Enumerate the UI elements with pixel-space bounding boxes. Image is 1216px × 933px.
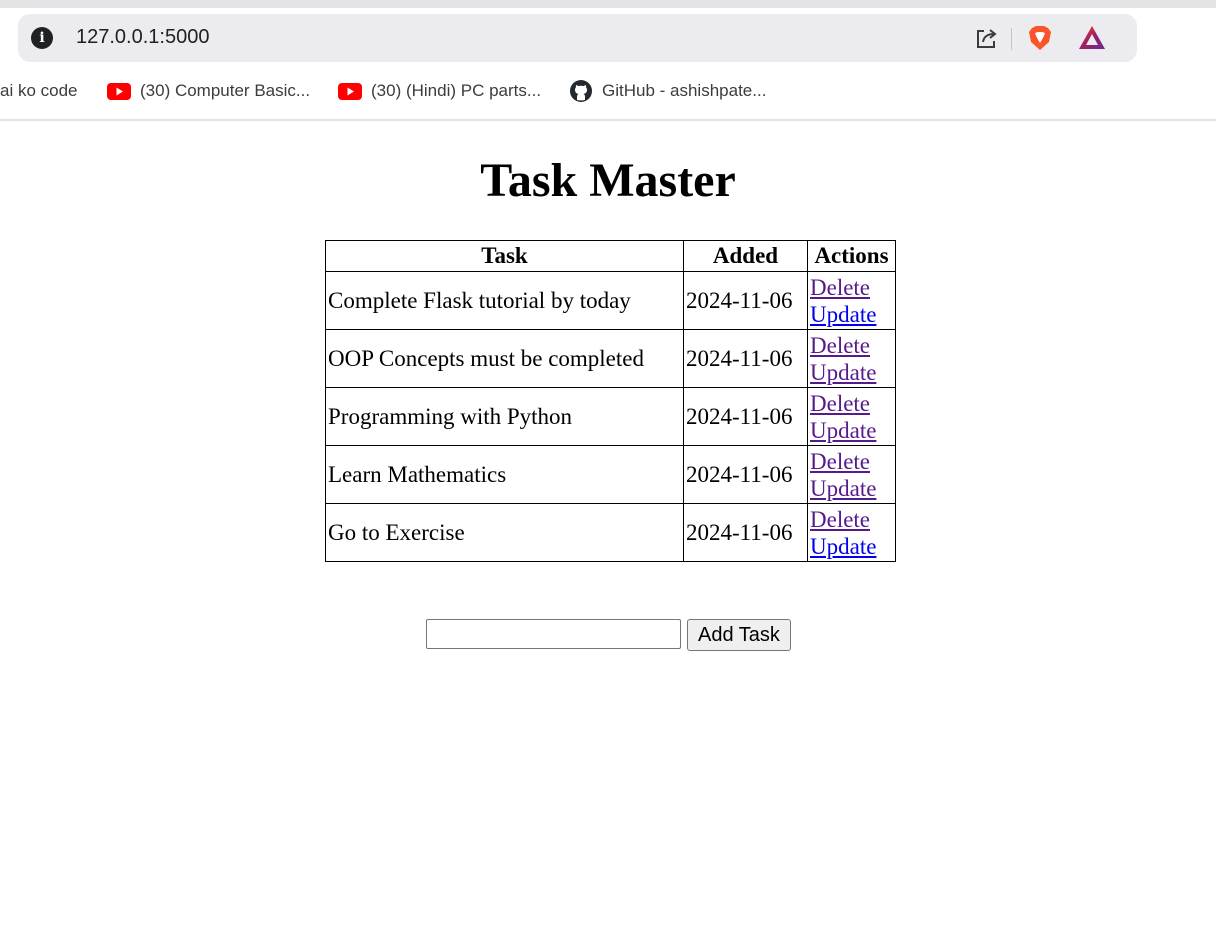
chrome-divider: [0, 119, 1216, 121]
bookmark-label: (30) (Hindi) PC parts...: [371, 81, 542, 100]
table-row: OOP Concepts must be completed 2024-11-0…: [325, 329, 896, 388]
actions-cell: Delete Update: [807, 387, 896, 446]
delete-link[interactable]: Delete: [810, 274, 893, 301]
update-link[interactable]: Update: [810, 301, 893, 328]
actions-cell: Delete Update: [807, 271, 896, 330]
delete-link[interactable]: Delete: [810, 506, 893, 533]
header-actions: Actions: [807, 240, 896, 272]
update-link[interactable]: Update: [810, 475, 893, 502]
page-title: Task Master: [480, 154, 736, 207]
update-link[interactable]: Update: [810, 359, 893, 386]
add-task-form: Add Task: [426, 619, 791, 651]
task-cell: Go to Exercise: [325, 503, 684, 562]
table-row: Learn Mathematics 2024-11-06 Delete Upda…: [325, 445, 896, 504]
bookmarks-bar: ai ko code (30) Computer Basic... (30) (…: [0, 76, 1216, 106]
task-cell: Complete Flask tutorial by today: [325, 271, 684, 330]
table-row: Complete Flask tutorial by today 2024-11…: [325, 271, 896, 330]
youtube-icon: [107, 82, 131, 100]
brave-shields-icon[interactable]: [1026, 24, 1054, 52]
table-row: Go to Exercise 2024-11-06 Delete Update: [325, 503, 896, 562]
task-table: Task Added Actions Complete Flask tutori…: [325, 240, 896, 562]
table-row: Programming with Python 2024-11-06 Delet…: [325, 387, 896, 446]
url-text[interactable]: 127.0.0.1:5000: [76, 26, 209, 49]
bookmark-label: (30) Computer Basic...: [140, 81, 311, 100]
window-top-strip: [0, 0, 1216, 8]
update-link[interactable]: Update: [810, 417, 893, 444]
header-added: Added: [683, 240, 808, 272]
actions-cell: Delete Update: [807, 503, 896, 562]
added-cell: 2024-11-06: [683, 503, 808, 562]
address-bar[interactable]: i 127.0.0.1:5000: [18, 14, 1137, 62]
bookmark-ai-ko-code[interactable]: ai ko code: [0, 76, 78, 106]
toolbar-divider: [1011, 28, 1012, 50]
bookmark-pc-parts[interactable]: (30) (Hindi) PC parts...: [338, 76, 541, 106]
header-task: Task: [325, 240, 684, 272]
bookmark-github[interactable]: GitHub - ashishpate...: [569, 76, 766, 106]
bookmark-label: ai ko code: [0, 81, 78, 100]
share-icon[interactable]: [973, 25, 999, 51]
add-task-button[interactable]: Add Task: [687, 619, 791, 651]
delete-link[interactable]: Delete: [810, 448, 893, 475]
github-icon: [570, 80, 592, 102]
task-input[interactable]: [426, 619, 681, 649]
browser-chrome: i 127.0.0.1:5000 ai ko code (30) Compute…: [0, 8, 1216, 120]
site-info-icon[interactable]: i: [31, 27, 53, 49]
delete-link[interactable]: Delete: [810, 390, 893, 417]
bookmark-computer-basic[interactable]: (30) Computer Basic...: [107, 76, 310, 106]
actions-cell: Delete Update: [807, 329, 896, 388]
brave-rewards-icon[interactable]: [1078, 24, 1106, 52]
delete-link[interactable]: Delete: [810, 332, 893, 359]
added-cell: 2024-11-06: [683, 387, 808, 446]
task-cell: OOP Concepts must be completed: [325, 329, 684, 388]
added-cell: 2024-11-06: [683, 329, 808, 388]
bookmark-label: GitHub - ashishpate...: [602, 81, 767, 100]
table-header-row: Task Added Actions: [325, 240, 896, 272]
task-cell: Learn Mathematics: [325, 445, 684, 504]
update-link[interactable]: Update: [810, 533, 893, 560]
added-cell: 2024-11-06: [683, 445, 808, 504]
task-cell: Programming with Python: [325, 387, 684, 446]
youtube-icon: [338, 82, 362, 100]
actions-cell: Delete Update: [807, 445, 896, 504]
added-cell: 2024-11-06: [683, 271, 808, 330]
